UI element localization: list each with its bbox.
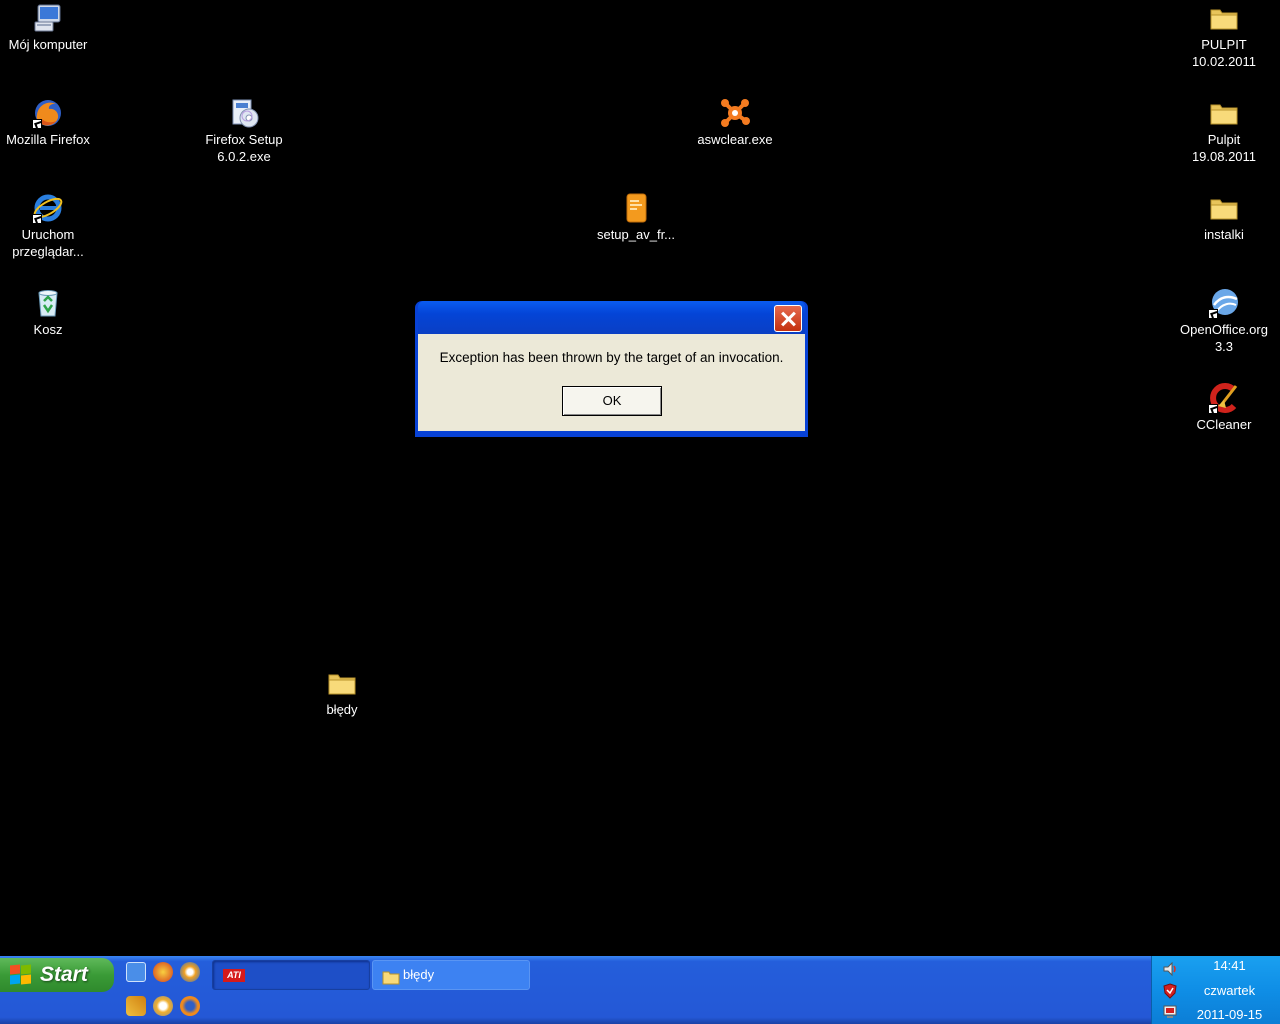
desktop-icon-ccleaner[interactable]: CCleaner <box>1176 382 1272 433</box>
quicklaunch-player-icon[interactable] <box>180 962 200 982</box>
shortcut-arrow-icon <box>32 214 42 224</box>
system-tray: 14:41 czwartek 2011-09-15 <box>1151 956 1280 1024</box>
desktop-icon-label: Kosz <box>33 322 63 337</box>
taskbar-button-bledy[interactable]: błędy <box>372 960 530 990</box>
desktop-icon-bledy[interactable]: błędy <box>294 667 390 718</box>
desktop-icon-label: setup_av_fr... <box>596 227 676 242</box>
quicklaunch-show-desktop-icon[interactable] <box>126 962 146 982</box>
desktop-icon-label: aswclear.exe <box>697 132 773 147</box>
shortcut-arrow-icon <box>1208 309 1218 319</box>
network-icon[interactable] <box>1162 1004 1178 1020</box>
volume-icon[interactable] <box>1162 961 1178 977</box>
desktop-icon-recycle-bin[interactable]: Kosz <box>0 287 96 338</box>
dialog-titlebar[interactable] <box>418 301 805 334</box>
ati-logo-icon: ATI <box>223 969 245 982</box>
folder-icon <box>326 667 358 699</box>
desktop-icon-pulpit-2011-08[interactable]: Pulpit 19.08.2011 <box>1176 97 1272 165</box>
taskbar-button-ati[interactable]: ATI <box>212 960 370 990</box>
desktop-icon-firefox[interactable]: Mozilla Firefox <box>0 97 96 148</box>
installer-icon <box>228 97 260 129</box>
taskbar: Start ATI błędy 14:41 czwartek 2011-09-1… <box>0 956 1280 1024</box>
quicklaunch-firefox-icon[interactable] <box>180 996 200 1016</box>
shortcut-arrow-icon <box>1208 404 1218 414</box>
desktop-icon-label: Pulpit 19.08.2011 <box>1191 132 1257 164</box>
folder-icon <box>1208 2 1240 34</box>
desktop-icon-pulpit-2011-02[interactable]: PULPIT 10.02.2011 <box>1176 2 1272 70</box>
clock-date[interactable]: 2011-09-15 <box>1182 1007 1277 1022</box>
ok-button[interactable]: OK <box>562 386 662 416</box>
desktop-icon-label: Firefox Setup 6.0.2.exe <box>205 132 283 164</box>
error-dialog: Exception has been thrown by the target … <box>415 301 808 437</box>
desktop-icon-label: PULPIT 10.02.2011 <box>1191 37 1257 69</box>
quicklaunch-tool-icon[interactable] <box>126 996 146 1016</box>
internet-explorer-icon <box>32 192 64 224</box>
security-shield-icon[interactable] <box>1162 983 1178 999</box>
dialog-message: Exception has been thrown by the target … <box>439 350 784 365</box>
desktop-icon-label: Uruchom przeglądar... <box>12 227 84 259</box>
clock-day[interactable]: czwartek <box>1182 983 1277 998</box>
computer-icon <box>32 2 64 34</box>
desktop-icon-ie[interactable]: Uruchom przeglądar... <box>0 192 96 260</box>
start-label: Start <box>40 963 88 986</box>
folder-icon <box>1208 192 1240 224</box>
folder-icon <box>382 967 400 995</box>
desktop-icon-label: Mozilla Firefox <box>6 132 90 147</box>
quicklaunch-media-icon[interactable] <box>153 962 173 982</box>
folder-icon <box>1208 97 1240 129</box>
taskbar-button-label: błędy <box>403 967 435 982</box>
windows-logo-icon <box>10 964 32 985</box>
desktop-icon-label: CCleaner <box>1196 417 1252 432</box>
desktop-icon-firefox-setup[interactable]: Firefox Setup 6.0.2.exe <box>196 97 292 165</box>
desktop-icon-aswclear[interactable]: aswclear.exe <box>687 97 783 148</box>
firefox-icon <box>32 97 64 129</box>
desktop-icon-openoffice[interactable]: OpenOffice.org 3.3 <box>1176 287 1272 355</box>
clock-time[interactable]: 14:41 <box>1182 958 1277 973</box>
avast-icon <box>719 97 751 129</box>
quicklaunch-app-icon[interactable] <box>153 996 173 1016</box>
setup-file-icon <box>620 192 652 224</box>
close-button[interactable] <box>774 305 802 332</box>
start-button[interactable]: Start <box>0 958 114 992</box>
desktop-icon-label: instalki <box>1204 227 1244 242</box>
ccleaner-icon <box>1208 382 1240 414</box>
dialog-body: Exception has been thrown by the target … <box>418 334 805 431</box>
openoffice-icon <box>1208 287 1240 319</box>
desktop-icon-label: błędy <box>326 702 358 717</box>
desktop-icon-instalki[interactable]: instalki <box>1176 192 1272 243</box>
desktop-icon-label: Mój komputer <box>8 37 88 52</box>
desktop-icon-setup-av[interactable]: setup_av_fr... <box>588 192 684 243</box>
desktop-icon-label: OpenOffice.org 3.3 <box>1180 322 1268 354</box>
recycle-bin-icon <box>32 287 64 319</box>
shortcut-arrow-icon <box>32 119 42 129</box>
desktop-icon-my-computer[interactable]: Mój komputer <box>0 2 96 53</box>
